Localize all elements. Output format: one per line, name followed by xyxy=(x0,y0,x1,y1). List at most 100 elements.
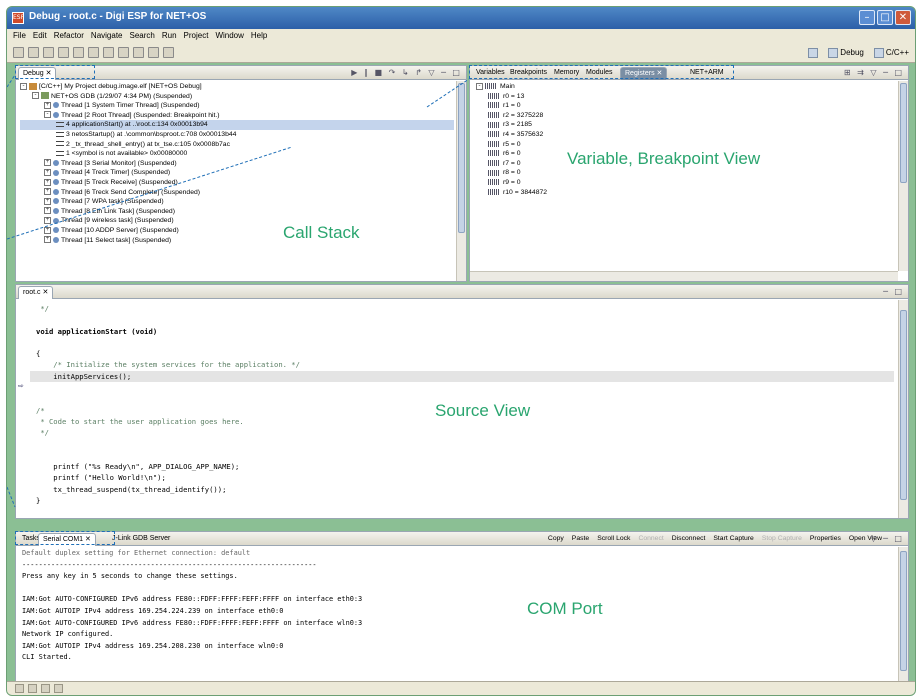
register-row[interactable]: r4 = 3575632 xyxy=(476,130,547,140)
variables-view-hscrollbar[interactable] xyxy=(470,271,898,281)
forward-icon[interactable] xyxy=(163,47,174,58)
expand-icon[interactable]: + xyxy=(44,188,51,196)
debug-icon[interactable] xyxy=(88,47,99,58)
expand-icon[interactable]: + xyxy=(44,178,51,186)
register-row[interactable]: r8 = 0 xyxy=(476,168,547,178)
collapse-icon[interactable]: - xyxy=(32,92,39,100)
menu-project[interactable]: Project xyxy=(184,29,209,43)
register-row[interactable]: r6 = 0 xyxy=(476,149,547,159)
serial-console-output[interactable]: Default duplex setting for Ethernet conn… xyxy=(22,548,894,664)
console-view-controls[interactable]: ▽ ─ □ xyxy=(870,534,904,543)
call-stack-item[interactable]: + Thread [5 Treck Receive] (Suspended) xyxy=(20,178,454,188)
call-stack-item[interactable]: + Thread [6 Treck Send Complete] (Suspend… xyxy=(20,188,454,198)
register-row[interactable]: r10 = 3844872 xyxy=(476,188,547,198)
gear-icon[interactable] xyxy=(73,47,84,58)
console-view-scrollbar[interactable] xyxy=(898,547,908,682)
console-properties-button[interactable]: Properties xyxy=(810,533,841,545)
expand-icon[interactable]: + xyxy=(44,169,51,177)
console-stop-capture-button[interactable]: Stop Capture xyxy=(762,533,802,545)
expand-icon[interactable]: + xyxy=(44,101,51,109)
expand-icon[interactable]: + xyxy=(44,226,51,234)
new-icon[interactable] xyxy=(13,47,24,58)
collapse-icon[interactable]: - xyxy=(476,82,483,90)
call-stack-item[interactable]: 3 netosStartup() at .\common\bsproot.c:7… xyxy=(20,130,454,140)
console-icon[interactable] xyxy=(41,684,50,693)
menu-window[interactable]: Window xyxy=(215,29,243,43)
call-stack-item-label: Thread [5 Treck Receive] (Suspended) xyxy=(61,178,178,186)
console-copy-button[interactable]: Copy xyxy=(548,533,564,545)
open-perspective-button[interactable] xyxy=(808,46,819,60)
call-stack-item[interactable]: + Thread [9 wireless task] (Suspended) xyxy=(20,216,454,226)
call-stack-item[interactable]: 2 _tx_thread_shell_entry() at tx_tse.c:1… xyxy=(20,140,454,150)
register-value: r0 = 13 xyxy=(503,92,525,100)
close-icon[interactable]: ✕ xyxy=(895,10,911,25)
menu-navigate[interactable]: Navigate xyxy=(91,29,123,43)
tab-jlink-gdb-server[interactable]: J-Link GDB Server xyxy=(108,533,174,546)
tab-root-c[interactable]: root.c ✕ xyxy=(18,286,54,299)
collapse-icon[interactable]: - xyxy=(20,82,27,90)
instruction-pointer-icon: ⇨ xyxy=(18,382,24,390)
register-row[interactable]: r5 = 0 xyxy=(476,140,547,150)
debug-view-controls[interactable]: ▶ ∥ ■ ↷ ↳ ↱ ▽ ─ □ xyxy=(351,68,462,77)
register-group-main[interactable]: - Main xyxy=(476,82,547,92)
call-stack-item[interactable]: - Thread [2 Root Thread] (Suspended: Brea… xyxy=(20,111,454,121)
progress-icon[interactable] xyxy=(28,684,37,693)
collapse-icon[interactable]: - xyxy=(44,111,51,119)
source-view-controls[interactable]: ─ □ xyxy=(883,287,904,296)
register-row[interactable]: r7 = 0 xyxy=(476,159,547,169)
call-stack-item[interactable]: + Thread [7 WPA task] (Suspended) xyxy=(20,197,454,207)
tasks-icon[interactable] xyxy=(54,684,63,693)
expand-icon[interactable]: + xyxy=(44,207,51,215)
external-tools-icon[interactable] xyxy=(118,47,129,58)
menu-file[interactable]: File xyxy=(13,29,26,43)
call-stack-item[interactable]: + Thread [1 System Timer Thread] (Suspend… xyxy=(20,101,454,111)
variables-view-controls[interactable]: ⊞ ⇉ ▽ ─ □ xyxy=(844,68,904,77)
search-icon[interactable] xyxy=(133,47,144,58)
expand-icon[interactable]: + xyxy=(44,159,51,167)
register-row[interactable]: r9 = 0 xyxy=(476,178,547,188)
call-stack-item[interactable]: + Thread [11 Select task] (Suspended) xyxy=(20,236,454,246)
minimize-icon[interactable]: – xyxy=(859,10,875,25)
call-stack-item[interactable]: + Thread [3 Serial Monitor] (Suspended) xyxy=(20,159,454,169)
perspective-cpp[interactable]: C/C++ xyxy=(873,46,909,60)
console-connect-button[interactable]: Connect xyxy=(638,533,663,545)
call-stack-item[interactable]: 1 <symbol is not available> 0x00080000 xyxy=(20,149,454,159)
call-stack-item[interactable]: 4 applicationStart() at ..\root.c:134 0x… xyxy=(20,120,454,130)
register-value: r3 = 2185 xyxy=(503,121,532,129)
register-icon xyxy=(488,111,500,118)
title-bar[interactable]: ESP Debug - root.c - Digi ESP for NET+OS… xyxy=(7,7,915,29)
call-stack-item[interactable]: + Thread [10 ADDP Server] (Suspended) xyxy=(20,226,454,236)
menu-run[interactable]: Run xyxy=(162,29,177,43)
console-start-capture-button[interactable]: Start Capture xyxy=(713,533,753,545)
expand-icon[interactable]: + xyxy=(44,236,51,244)
call-stack-item[interactable]: - NET+OS GDB (1/29/07 4:34 PM) (Suspended… xyxy=(20,92,454,102)
register-row[interactable]: r2 = 3275228 xyxy=(476,111,547,121)
register-row[interactable]: r3 = 2185 xyxy=(476,120,547,130)
console-disconnect-button[interactable]: Disconnect xyxy=(672,533,706,545)
back-icon[interactable] xyxy=(148,47,159,58)
run-icon[interactable] xyxy=(103,47,114,58)
maximize-icon[interactable]: □ xyxy=(877,10,893,25)
menu-edit[interactable]: Edit xyxy=(33,29,47,43)
variables-view-scrollbar[interactable] xyxy=(898,81,908,271)
debug-view-scrollbar[interactable] xyxy=(456,81,466,281)
expand-icon[interactable]: + xyxy=(44,197,51,205)
expand-icon[interactable]: + xyxy=(44,217,51,225)
build-icon[interactable] xyxy=(58,47,69,58)
call-stack-item[interactable]: - [C/C++] My Project debug.image.elf [NET… xyxy=(20,82,454,92)
perspective-debug[interactable]: Debug xyxy=(828,46,864,60)
save-icon[interactable] xyxy=(28,47,39,58)
console-scroll-lock-button[interactable]: Scroll Lock xyxy=(597,533,630,545)
menu-help[interactable]: Help xyxy=(251,29,267,43)
fast-view-icon[interactable] xyxy=(15,684,24,693)
register-row[interactable]: r0 = 13 xyxy=(476,92,547,102)
print-icon[interactable] xyxy=(43,47,54,58)
call-stack-item[interactable]: + Thread [8 Eth Link Task] (Suspended) xyxy=(20,207,454,217)
source-view-scrollbar[interactable] xyxy=(898,300,908,518)
register-row[interactable]: r1 = 0 xyxy=(476,101,547,111)
menu-refactor[interactable]: Refactor xyxy=(54,29,84,43)
register-icon xyxy=(488,121,500,128)
console-paste-button[interactable]: Paste xyxy=(572,533,589,545)
menu-search[interactable]: Search xyxy=(130,29,155,43)
call-stack-item[interactable]: + Thread [4 Treck Timer] (Suspended) xyxy=(20,168,454,178)
